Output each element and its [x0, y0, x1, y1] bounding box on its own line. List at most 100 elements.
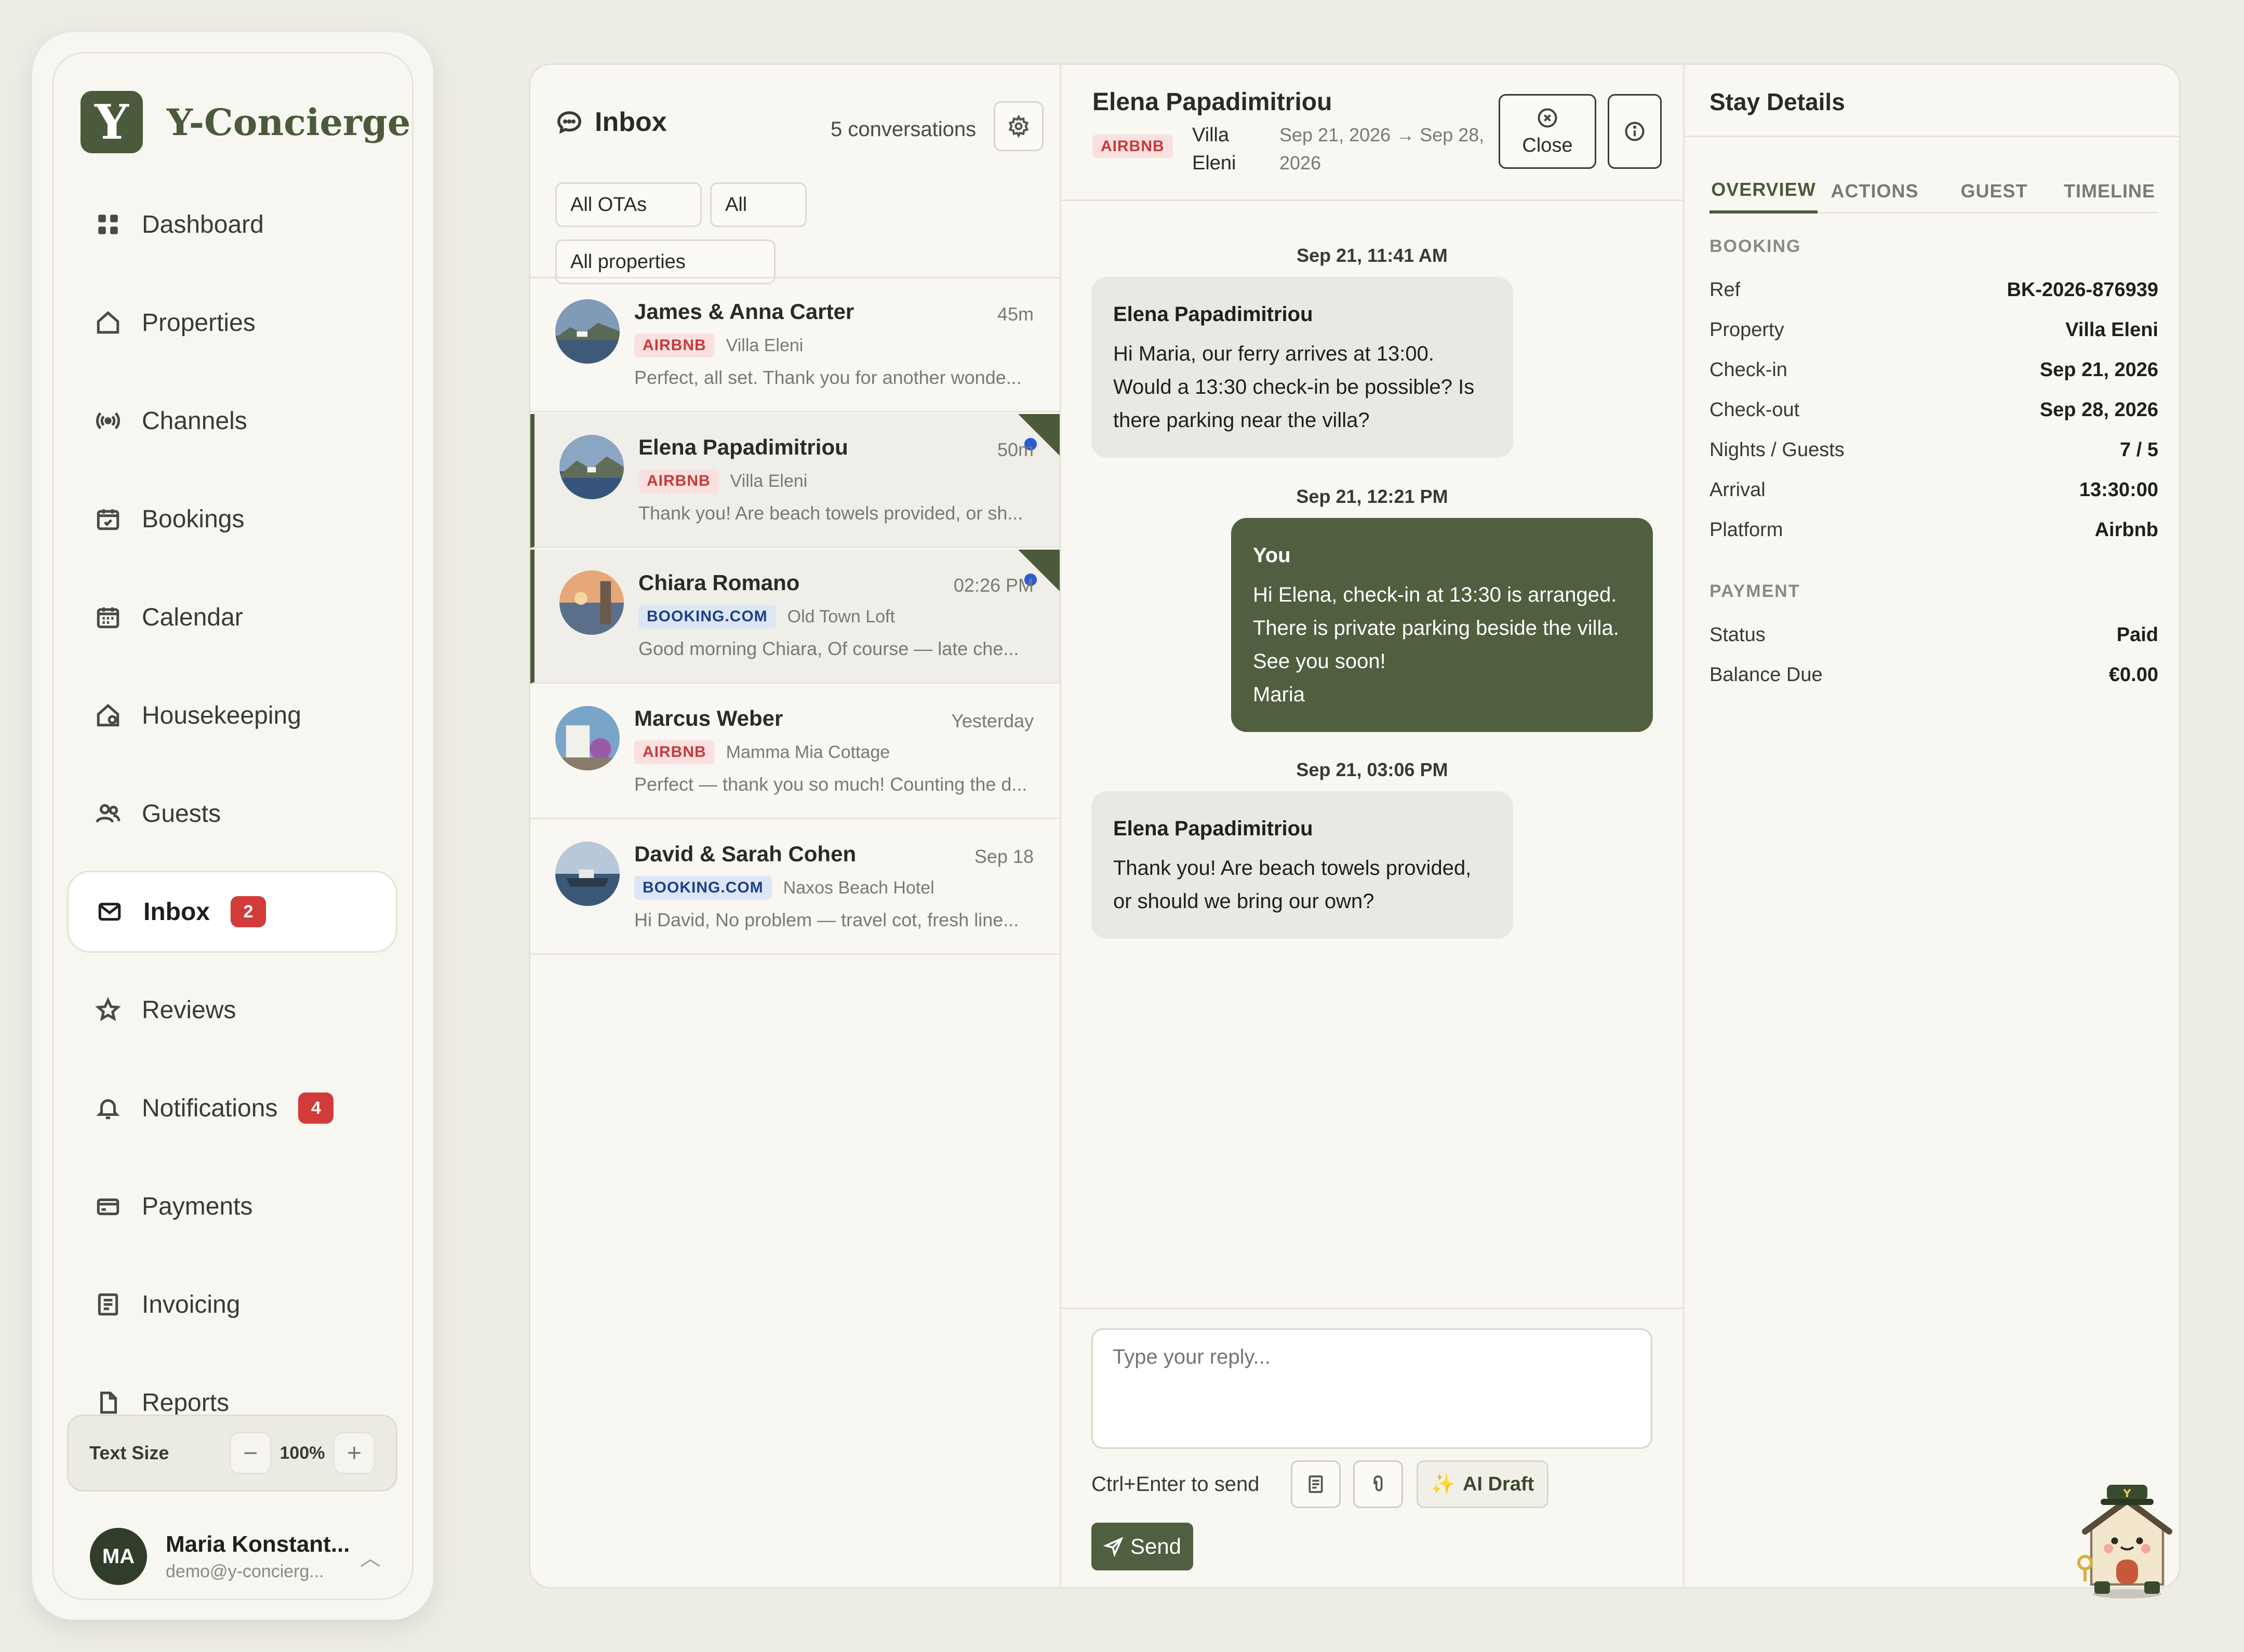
ota-badge: AIRBNB: [634, 334, 715, 357]
star-icon: [95, 997, 121, 1023]
concierge-mascot-icon[interactable]: Y: [2073, 1475, 2182, 1600]
mail-icon: [97, 899, 123, 925]
send-button[interactable]: Send: [1091, 1523, 1193, 1570]
sidebar-item-inbox[interactable]: Inbox 2: [67, 871, 397, 953]
ota-badge: AIRBNB: [638, 469, 719, 493]
user-menu[interactable]: MA Maria Konstant... demo@y-concierg... …: [90, 1528, 381, 1585]
message-timestamp: Sep 21, 11:41 AM: [1297, 245, 1448, 266]
text-size-label: Text Size: [89, 1442, 169, 1463]
tab-overview[interactable]: OVERVIEW: [1709, 169, 1818, 214]
detail-key: Platform: [1709, 519, 1783, 541]
inbox-title: Inbox: [555, 106, 667, 138]
message-bubble-incoming: Elena Papadimitriou Thank you! Are beach…: [1091, 791, 1513, 939]
detail-value: Sep 28, 2026: [2039, 399, 2158, 421]
text-size-control: Text Size − 100% +: [67, 1415, 397, 1491]
conversation-meta: AIRBNB Villa Eleni: [634, 334, 803, 357]
sidebar-item-properties[interactable]: Properties: [67, 282, 397, 364]
detail-value: 7 / 5: [2120, 439, 2158, 461]
message-sender: Elena Papadimitriou: [1113, 817, 1313, 840]
calendar-check-icon: [95, 506, 121, 532]
user-info: Maria Konstant... demo@y-concierg...: [166, 1531, 360, 1582]
reply-input[interactable]: [1091, 1328, 1652, 1449]
avatar: MA: [90, 1528, 147, 1585]
detail-value: Villa Eleni: [2065, 319, 2158, 341]
sidebar-item-reviews[interactable]: Reviews: [67, 969, 397, 1051]
message-bubble-outgoing: You Hi Elena, check-in at 13:30 is arran…: [1231, 518, 1653, 732]
sidebar-item-payments[interactable]: Payments: [67, 1165, 397, 1247]
conversation-item[interactable]: Chiara Romano 02:26 PM BOOKING.COM Old T…: [530, 550, 1060, 684]
calendar-icon: [95, 604, 121, 630]
house-clean-icon: [95, 702, 121, 728]
user-name: Maria Konstant...: [166, 1531, 350, 1557]
tab-actions[interactable]: ACTIONS: [1828, 169, 1921, 214]
message-text: Hi Elena, check-in at 13:30 is arranged.…: [1253, 583, 1619, 673]
conversation-preview: Hi David, No problem — travel cot, fresh…: [634, 909, 1019, 930]
close-conversation-button[interactable]: Close: [1499, 94, 1596, 169]
template-button[interactable]: [1291, 1460, 1341, 1508]
conversation-meta: AIRBNB Mamma Mia Cottage: [634, 740, 890, 764]
conversation-preview: Perfect — thank you so much! Counting th…: [634, 774, 1027, 795]
detail-row: Arrival 13:30:00: [1709, 479, 2158, 501]
gear-icon: [1008, 115, 1029, 138]
chat-header: Elena Papadimitriou AIRBNB Villa Eleni S…: [1061, 65, 1683, 201]
message-timestamp: Sep 21, 12:21 PM: [1296, 486, 1448, 507]
detail-row: Property Villa Eleni: [1709, 319, 2158, 341]
detail-row: Balance Due €0.00: [1709, 664, 2158, 686]
info-button[interactable]: [1608, 94, 1662, 169]
detail-value: €0.00: [2108, 664, 2158, 686]
sidebar-item-channels[interactable]: Channels: [67, 380, 397, 462]
attach-button[interactable]: [1353, 1460, 1403, 1508]
message-sender: Elena Papadimitriou: [1113, 303, 1313, 326]
send-label: Send: [1130, 1534, 1182, 1558]
conversation-item[interactable]: James & Anna Carter 45m AIRBNB Villa Ele…: [530, 278, 1060, 412]
sidebar-item-bookings[interactable]: Bookings: [67, 478, 397, 560]
sparkle-icon: ✨: [1431, 1473, 1456, 1495]
inbox-settings-button[interactable]: [994, 101, 1044, 151]
status-filter-select[interactable]: All: [710, 182, 807, 227]
sidebar-item-housekeeping[interactable]: Housekeeping: [67, 674, 397, 756]
sidebar-item-notifications[interactable]: Notifications 4: [67, 1067, 397, 1149]
message-text: Thank you! Are beach towels provided, or…: [1113, 857, 1472, 913]
detail-key: Check-out: [1709, 399, 1800, 421]
detail-value: Sep 21, 2026: [2039, 359, 2158, 381]
sidebar-item-label: Dashboard: [142, 210, 264, 238]
ai-draft-button[interactable]: ✨ AI Draft: [1417, 1460, 1548, 1508]
sidebar-item-invoicing[interactable]: Invoicing: [67, 1263, 397, 1345]
unread-count-badge: 2: [231, 896, 266, 927]
sidebar: Y Y-Concierge Dashboard Properties Chann…: [32, 32, 433, 1620]
conversation-item[interactable]: David & Sarah Cohen Sep 18 BOOKING.COM N…: [530, 821, 1060, 955]
conversation-count: 5 conversations: [831, 118, 977, 141]
ai-draft-label: AI Draft: [1463, 1473, 1534, 1495]
sidebar-item-label: Inbox: [143, 898, 210, 926]
detail-key: Property: [1709, 319, 1784, 341]
detail-value: Paid: [2116, 624, 2158, 646]
tab-timeline[interactable]: TIMELINE: [2061, 169, 2158, 214]
detail-row: Nights / Guests 7 / 5: [1709, 439, 2158, 461]
conversation-time: 50m: [997, 439, 1034, 460]
conversation-meta: BOOKING.COM Old Town Loft: [638, 605, 895, 629]
conversation-item[interactable]: Marcus Weber Yesterday AIRBNB Mamma Mia …: [530, 685, 1060, 819]
report-icon: [95, 1390, 121, 1416]
brand[interactable]: Y Y-Concierge: [81, 91, 410, 153]
chat-property: Villa Eleni: [1192, 124, 1236, 174]
sidebar-item-calendar[interactable]: Calendar: [67, 576, 397, 658]
detail-key: Ref: [1709, 279, 1741, 301]
message-signature: Maria: [1253, 683, 1305, 706]
broadcast-icon: [95, 408, 121, 434]
sidebar-item-guests[interactable]: Guests: [67, 772, 397, 855]
tab-guest[interactable]: GUEST: [1953, 169, 2036, 214]
detail-value: Airbnb: [2094, 519, 2158, 541]
ota-filter-select[interactable]: All OTAs: [555, 182, 702, 227]
text-size-decrease-button[interactable]: −: [230, 1432, 271, 1474]
conversation-item[interactable]: Elena Papadimitriou 50m AIRBNB Villa Ele…: [530, 414, 1060, 548]
text-size-increase-button[interactable]: +: [333, 1432, 375, 1474]
users-icon: [95, 801, 121, 827]
bell-icon: [95, 1095, 121, 1121]
conversation-time: Yesterday: [951, 710, 1034, 731]
chevron-up-icon[interactable]: ︿: [360, 1541, 381, 1571]
detail-row: Platform Airbnb: [1709, 519, 2158, 541]
sidebar-item-label: Reviews: [142, 996, 236, 1024]
conversation-guest-name: Marcus Weber: [634, 706, 783, 730]
sidebar-item-dashboard[interactable]: Dashboard: [67, 183, 397, 265]
sidebar-item-label: Channels: [142, 407, 247, 435]
